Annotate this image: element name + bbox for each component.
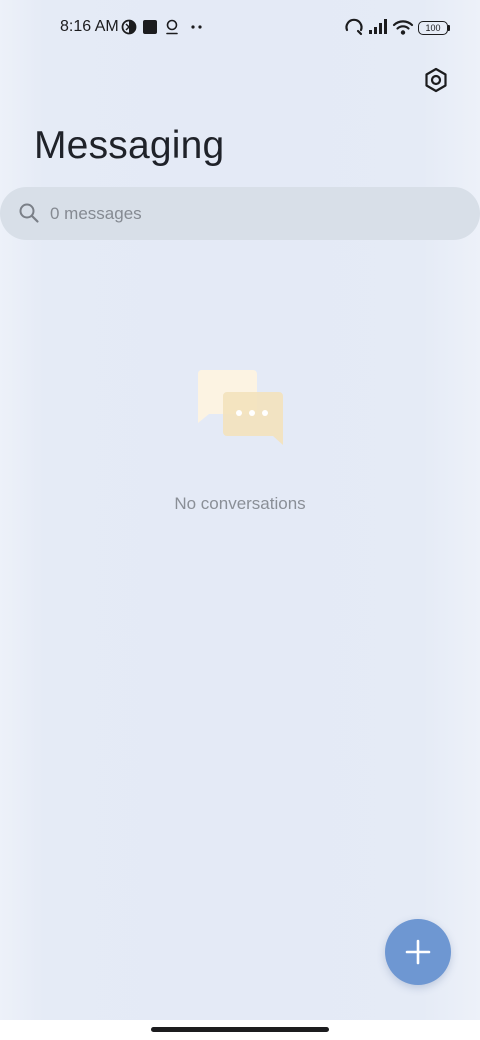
search-input[interactable]	[50, 201, 430, 227]
messaging-screen: 8:16 AM 100 Messaging 0 messages No conv…	[0, 0, 480, 1020]
search-icon	[19, 203, 39, 223]
page-title: Messaging	[34, 124, 225, 167]
stop-square-icon	[142, 18, 158, 36]
signal-icon	[368, 18, 388, 36]
location-pin-icon	[164, 18, 180, 36]
hotspot-icon	[344, 18, 364, 36]
wifi-icon	[392, 18, 414, 36]
plus-icon	[405, 939, 431, 965]
status-time: 8:16 AM	[60, 18, 119, 35]
empty-state-message: No conversations	[174, 494, 306, 513]
search-bar[interactable]	[0, 187, 480, 240]
more-dots-icon	[189, 18, 205, 36]
battery-tip	[448, 25, 450, 31]
settings-hexagon-icon	[425, 67, 447, 93]
status-bar: 8:16 AM 100	[0, 0, 480, 56]
home-indicator[interactable]	[151, 1027, 329, 1032]
settings-button[interactable]	[420, 64, 452, 96]
new-conversation-button[interactable]	[385, 919, 451, 985]
chat-bubbles-icon	[195, 368, 285, 448]
media-indicator-icon	[120, 18, 138, 36]
battery-icon: 100	[418, 21, 448, 35]
